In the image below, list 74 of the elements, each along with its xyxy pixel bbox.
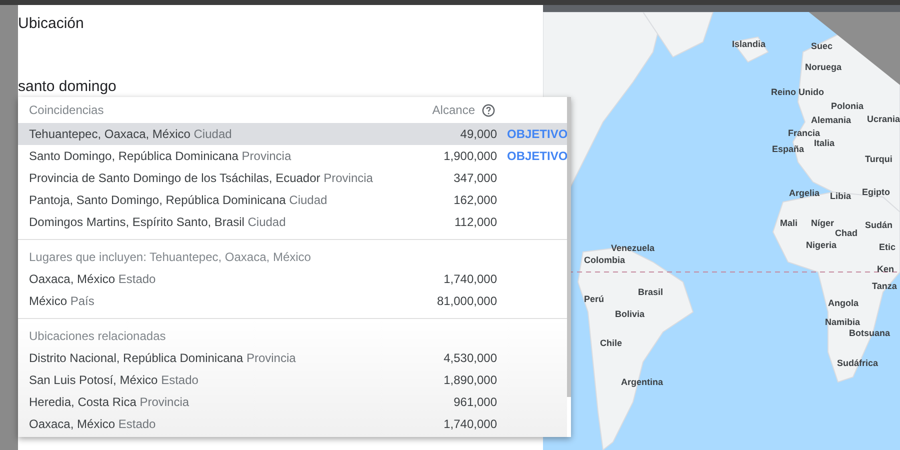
map-label: Nigeria <box>806 239 837 252</box>
map-label: Alemania <box>811 114 852 127</box>
location-option[interactable]: Distrito Nacional, República Dominicana Provincia 4,530,000 <box>18 347 567 369</box>
location-option[interactable]: Domingos Martins, Espírito Santo, Brasil Ciudad 112,000 <box>18 211 567 233</box>
location-name: Pantoja, Santo Domingo, República Dominicana Ciudad <box>29 192 328 209</box>
location-name: México País <box>29 293 96 310</box>
map-label: Brasil <box>638 286 664 299</box>
map-label: Islandia <box>732 38 766 51</box>
reach-value: 49,000 <box>459 126 497 143</box>
reach-value: 961,000 <box>452 394 497 411</box>
location-name: Tehuantepec, Oaxaca, México Ciudad <box>29 126 233 143</box>
location-name: Provincia de Santo Domingo de los Tsáchilas, Ecuador Provincia <box>29 170 374 187</box>
scrollbar[interactable] <box>567 97 571 397</box>
map-label: Francia <box>788 127 820 140</box>
map-label: Colombia <box>584 254 626 267</box>
map-label: Tanza <box>872 280 897 293</box>
location-option[interactable]: San Luis Potosí, México Estado 1,890,000 <box>18 369 567 391</box>
map-label: Bolivia <box>615 308 645 321</box>
location-option[interactable]: México País 81,000,000 <box>18 290 567 312</box>
map-label: Níger <box>811 217 834 230</box>
reach-value: 112,000 <box>454 214 497 231</box>
map-label: Argelia <box>789 187 820 200</box>
map-label: Noruega <box>805 61 842 74</box>
map-label: Libia <box>830 190 852 203</box>
location-option[interactable]: Santo Domingo, República Dominicana Provincia 1,900,000 OBJETIVO <box>18 145 567 167</box>
location-option[interactable]: Tehuantepec, Oaxaca, México Ciudad 49,000 OBJETIVO <box>18 123 567 145</box>
map-label: Argentina <box>621 376 664 389</box>
location-option[interactable]: Pantoja, Santo Domingo, República Dominicana Ciudad 162,000 <box>18 189 567 211</box>
map-label: Ucrania <box>867 113 900 126</box>
dialog-title: Ubicación <box>18 14 85 34</box>
section-heading: Ubicaciones relacionadas <box>28 328 167 345</box>
map-label: Botsuana <box>849 327 890 340</box>
location-option[interactable]: Oaxaca, México Estado 1,740,000 <box>18 413 567 435</box>
reach-value: 1,740,000 <box>442 271 497 288</box>
island-shape <box>732 36 769 63</box>
section-heading: Lugares que incluyen: Tehuantepec, Oaxaca, México <box>28 249 312 266</box>
map-label: Chad <box>835 227 858 240</box>
reach-value: 1,890,000 <box>442 372 497 389</box>
location-name: San Luis Potosí, México Estado <box>29 372 200 389</box>
map-label: Mali <box>780 217 798 230</box>
location-name: Heredia, Costa Rica Provincia <box>29 394 190 411</box>
target-link[interactable]: OBJETIVO <box>497 147 567 165</box>
map-label: Egipto <box>862 186 890 199</box>
reach-value: 1,900,000 <box>442 148 497 165</box>
map-label: Angola <box>828 297 858 310</box>
map-label: Sudáfrica <box>837 357 878 370</box>
location-name: Domingos Martins, Espírito Santo, Brasil Ciudad <box>29 214 287 231</box>
map-label: Namibia <box>825 316 860 329</box>
help-icon[interactable] <box>482 104 495 116</box>
location-name: Oaxaca, México Estado <box>29 271 157 288</box>
map-label: España <box>772 143 804 156</box>
map-label: Perú <box>584 293 604 306</box>
reach-value: 81,000,000 <box>436 293 497 310</box>
location-name: Santo Domingo, República Dominicana Provincia <box>29 148 292 165</box>
map-label: Venezuela <box>611 242 655 255</box>
map-label: Italia <box>814 137 835 150</box>
map-label: Reino Unido <box>771 86 824 99</box>
location-option[interactable]: Provincia de Santo Domingo de los Tsáchilas, Ecuador Provincia 347,000 <box>18 167 567 189</box>
location-option[interactable]: Oaxaca, México Estado 1,740,000 <box>18 268 567 290</box>
map-label: Polonia <box>831 100 864 113</box>
map-label: Turqui <box>865 153 892 166</box>
map-label: Suec <box>811 40 833 53</box>
reach-value: 162,000 <box>452 192 497 209</box>
map-label: Etic <box>879 241 896 254</box>
reach-value: 347,000 <box>452 170 497 187</box>
reach-value: 1,740,000 <box>442 416 497 433</box>
location-name: Oaxaca, México Estado <box>29 416 157 433</box>
map-label: Ken <box>877 263 894 276</box>
island-shape <box>642 12 714 58</box>
map-label: Sudán <box>865 219 893 232</box>
map-label: Chile <box>600 337 622 350</box>
location-name: Distrito Nacional, República Dominicana Provincia <box>29 350 297 367</box>
reach-value: 4,530,000 <box>442 350 497 367</box>
location-option[interactable]: Heredia, Costa Rica Provincia 961,000 <box>18 391 567 413</box>
